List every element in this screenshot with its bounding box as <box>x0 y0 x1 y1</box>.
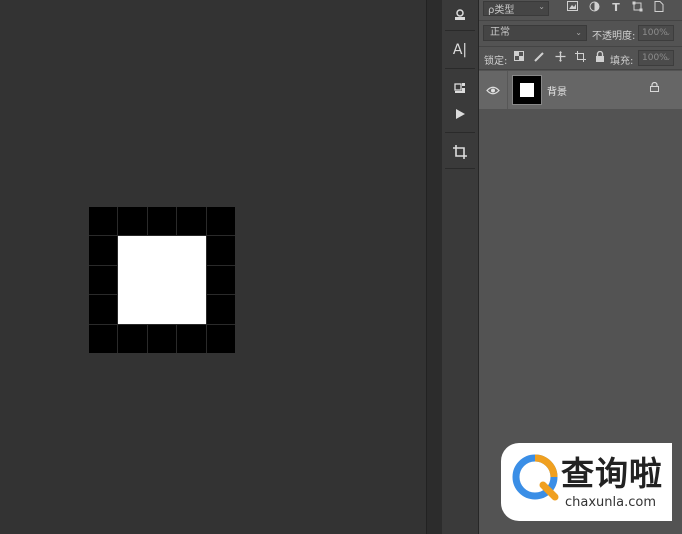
fill-label: 填充: <box>610 56 634 67</box>
pixel-cell <box>206 324 235 353</box>
crop-icon[interactable] <box>446 139 474 165</box>
pixel-cell <box>177 207 206 236</box>
panel-dock-edge <box>426 0 443 534</box>
blend-mode-value: 正常 <box>490 27 510 38</box>
lock-image-pixels-icon[interactable] <box>532 51 546 65</box>
opacity-label: 不透明度: <box>592 31 636 42</box>
pixel-cell <box>89 265 118 295</box>
adjustment-filter-icon[interactable] <box>587 1 601 15</box>
pixel-cell <box>147 207 177 236</box>
layer-name: 背景 <box>547 87 567 98</box>
lock-position-icon[interactable] <box>553 51 567 65</box>
lock-icon <box>650 81 659 95</box>
opacity-field[interactable]: 100% ⌄ <box>638 25 674 41</box>
pixel-cell <box>177 324 206 353</box>
pixel-cell <box>206 236 235 265</box>
chevron-down-icon: ⌄ <box>538 2 545 11</box>
filter-kind-label: ρ类型 <box>488 5 515 16</box>
stamp-icon[interactable] <box>446 2 474 28</box>
pixel-cell <box>89 324 118 353</box>
chevron-down-icon: ⌄ <box>665 54 671 62</box>
watermark-url: chaxunla.com <box>565 495 656 510</box>
layer-visibility-toggle[interactable] <box>479 71 508 109</box>
lock-artboard-icon[interactable] <box>573 51 587 65</box>
document-canvas[interactable] <box>0 0 426 534</box>
chevron-down-icon: ⌄ <box>575 28 582 37</box>
fill-field[interactable]: 100% ⌄ <box>638 50 674 66</box>
chevron-down-icon: ⌄ <box>665 29 671 37</box>
watermark-title: 查询啦 <box>561 454 663 493</box>
pixel-cell <box>89 207 118 236</box>
pixel-cell <box>89 295 118 324</box>
type-filter-icon[interactable]: T <box>609 1 623 15</box>
layer-filter-kind-select[interactable]: ρ类型 ⌄ <box>483 1 549 16</box>
pixel-cell <box>118 324 147 353</box>
panel-icon-strip: A| <box>442 0 479 534</box>
pixel-cell <box>118 207 147 236</box>
layer-row-background[interactable]: 背景 <box>479 71 682 109</box>
search-logo-icon <box>512 454 559 501</box>
pixel-cell <box>147 324 177 353</box>
pixel-cell <box>206 207 235 236</box>
blend-mode-select[interactable]: 正常 ⌄ <box>483 25 587 41</box>
watermark-badge: 查询啦 chaxunla.com <box>501 443 672 521</box>
shape-filter-icon[interactable] <box>630 1 644 15</box>
white-fill-selection <box>118 236 206 324</box>
3d-cube-icon[interactable] <box>446 75 474 101</box>
opacity-value: 100% <box>642 28 668 38</box>
pixel-cell <box>206 295 235 324</box>
type-tool-icon[interactable]: A| <box>446 37 474 63</box>
pixel-cell <box>206 265 235 295</box>
smart-object-filter-icon[interactable] <box>652 1 666 15</box>
lock-all-icon[interactable] <box>593 50 607 65</box>
pixel-cell <box>89 236 118 265</box>
lock-label: 锁定: <box>484 56 508 67</box>
layer-thumbnail <box>512 75 542 105</box>
fill-value: 100% <box>642 53 668 63</box>
lock-transparent-pixels-icon[interactable] <box>512 51 526 65</box>
image-filter-icon[interactable] <box>565 1 579 15</box>
play-icon[interactable] <box>446 101 474 127</box>
eye-icon <box>486 86 500 94</box>
